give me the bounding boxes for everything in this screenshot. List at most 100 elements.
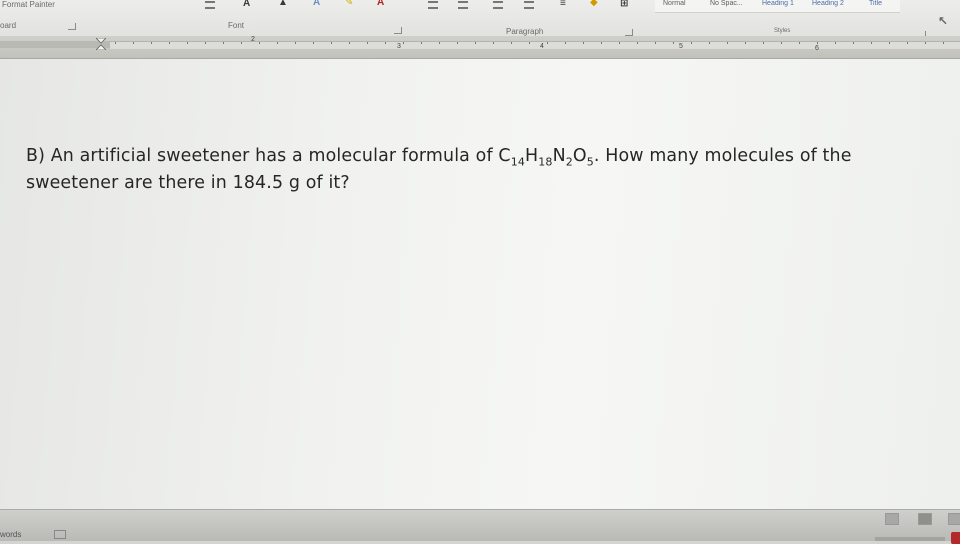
ruler-left-margin bbox=[0, 41, 110, 48]
ruler-tick bbox=[187, 42, 188, 44]
clipboard-group-label: oard bbox=[0, 21, 17, 30]
ruler-tick bbox=[817, 42, 818, 44]
styles-gallery[interactable]: Normal No Spac... Heading 1 Heading 2 Ti… bbox=[655, 0, 900, 13]
ruler-number: 3 bbox=[397, 43, 401, 50]
highlight-icon[interactable]: A bbox=[313, 0, 320, 8]
element-n: N bbox=[552, 146, 566, 166]
subscript-c: 14 bbox=[510, 155, 526, 169]
format-painter-button[interactable]: Format Painter bbox=[2, 0, 55, 9]
ruler-number: 5 bbox=[679, 43, 683, 50]
subscript-h: 18 bbox=[538, 155, 553, 169]
ruler-tick bbox=[259, 42, 260, 44]
ruler-tick bbox=[583, 42, 584, 44]
ruler-tick bbox=[619, 42, 620, 44]
ruler-tick bbox=[115, 42, 116, 44]
ruler-tick bbox=[727, 42, 728, 44]
ruler-tick bbox=[133, 42, 134, 44]
ruler-tick bbox=[457, 42, 458, 44]
text-effects-icon[interactable]: ▲ bbox=[278, 0, 288, 8]
ruler-tick bbox=[637, 42, 638, 44]
borders-icon[interactable]: ⊞ bbox=[620, 0, 628, 9]
ruler-tick bbox=[709, 42, 710, 44]
style-heading-2[interactable]: Heading 2 bbox=[812, 0, 844, 7]
font-group-label: Font bbox=[228, 21, 245, 30]
web-layout-view-button[interactable] bbox=[948, 513, 960, 525]
ruler-number: 6 bbox=[815, 45, 819, 52]
word-count-label[interactable]: words bbox=[0, 530, 21, 539]
ruler-tick bbox=[925, 42, 926, 44]
question-line-2: sweetener are there in 184.5 g of it? bbox=[26, 173, 350, 193]
font-color-icon[interactable]: A bbox=[377, 0, 384, 8]
subscript-n: 2 bbox=[565, 155, 573, 169]
font-size-icon[interactable] bbox=[205, 1, 215, 9]
print-layout-view-button[interactable] bbox=[918, 513, 932, 525]
ruler-text-area bbox=[110, 41, 960, 49]
font-launcher-icon[interactable] bbox=[394, 27, 402, 34]
style-normal[interactable]: Normal bbox=[663, 0, 686, 7]
ruler-tick bbox=[241, 42, 242, 44]
ruler-tick bbox=[475, 42, 476, 44]
align-center-icon[interactable] bbox=[458, 1, 468, 9]
justify-icon[interactable] bbox=[524, 1, 534, 9]
proofing-icon[interactable] bbox=[54, 530, 66, 539]
ruler-tick bbox=[691, 42, 692, 44]
ruler-tick bbox=[745, 42, 746, 44]
paragraph-launcher-icon[interactable] bbox=[625, 29, 633, 36]
ruler-tick bbox=[889, 42, 890, 44]
ruler-tick bbox=[151, 42, 152, 44]
status-bar: words bbox=[0, 509, 960, 544]
question-text[interactable]: B) An artificial sweetener has a molecul… bbox=[26, 143, 951, 197]
document-page[interactable]: B) An artificial sweetener has a molecul… bbox=[0, 59, 960, 509]
select-cursor-icon[interactable]: ↖ bbox=[938, 14, 948, 28]
ribbon: Format Painter oard A ▲ A ✎ A Font ≡ ◆ ⊞… bbox=[0, 0, 960, 38]
style-heading-1[interactable]: Heading 1 bbox=[762, 0, 794, 7]
ruler-tick bbox=[349, 42, 350, 44]
ruler-tick bbox=[943, 42, 944, 44]
ruler-number: 4 bbox=[540, 43, 544, 50]
element-o: O bbox=[572, 146, 587, 166]
ruler-tick bbox=[385, 42, 386, 44]
ruler-number: 2 bbox=[251, 36, 255, 43]
ruler-tick bbox=[331, 42, 332, 44]
ruler-tick bbox=[565, 42, 566, 44]
clipboard-launcher-icon[interactable] bbox=[68, 23, 76, 30]
element-h: H bbox=[525, 146, 539, 166]
style-no-spacing[interactable]: No Spac... bbox=[710, 0, 743, 7]
ruler-tick bbox=[295, 42, 296, 44]
paragraph-group-label: Paragraph bbox=[506, 27, 544, 36]
ruler-tick bbox=[601, 42, 602, 44]
ruler-tick bbox=[763, 42, 764, 44]
read-mode-view-button[interactable] bbox=[885, 513, 899, 525]
subscript-o: 5 bbox=[586, 155, 594, 169]
style-title[interactable]: Title bbox=[869, 0, 882, 7]
indent-marker-icon[interactable] bbox=[96, 38, 106, 50]
text-highlight-color-icon[interactable]: ✎ bbox=[345, 0, 353, 8]
styles-group-label: Styles bbox=[774, 28, 791, 34]
zoom-slider[interactable] bbox=[875, 537, 945, 541]
ruler-tick bbox=[403, 42, 404, 44]
ruler-tick bbox=[655, 42, 656, 44]
ruler-tick bbox=[223, 42, 224, 44]
ruler-tick bbox=[313, 42, 314, 44]
ruler-tick bbox=[439, 42, 440, 44]
line-spacing-icon[interactable]: ≡ bbox=[560, 0, 566, 9]
ruler-tick bbox=[673, 42, 674, 44]
zoom-slider-thumb[interactable] bbox=[951, 532, 960, 544]
ruler-tick bbox=[277, 42, 278, 44]
question-prefix: B) An artificial sweetener has a molecul… bbox=[26, 146, 511, 166]
shading-icon[interactable]: ◆ bbox=[590, 0, 598, 8]
ruler-tick bbox=[511, 42, 512, 44]
question-middle: . How many molecules of the bbox=[593, 146, 852, 166]
horizontal-ruler[interactable]: 2 3 4 5 6 bbox=[0, 36, 960, 59]
ruler-tick bbox=[493, 42, 494, 44]
ruler-tick bbox=[421, 42, 422, 44]
ruler-tick bbox=[871, 42, 872, 44]
align-left-icon[interactable] bbox=[428, 1, 438, 9]
ruler-tick bbox=[529, 42, 530, 44]
clear-format-icon[interactable]: A bbox=[243, 0, 250, 9]
ruler-tick bbox=[799, 42, 800, 44]
ruler-tick bbox=[547, 42, 548, 44]
align-right-icon[interactable] bbox=[493, 1, 503, 9]
ruler-tick bbox=[853, 42, 854, 44]
ruler-tick bbox=[205, 42, 206, 44]
